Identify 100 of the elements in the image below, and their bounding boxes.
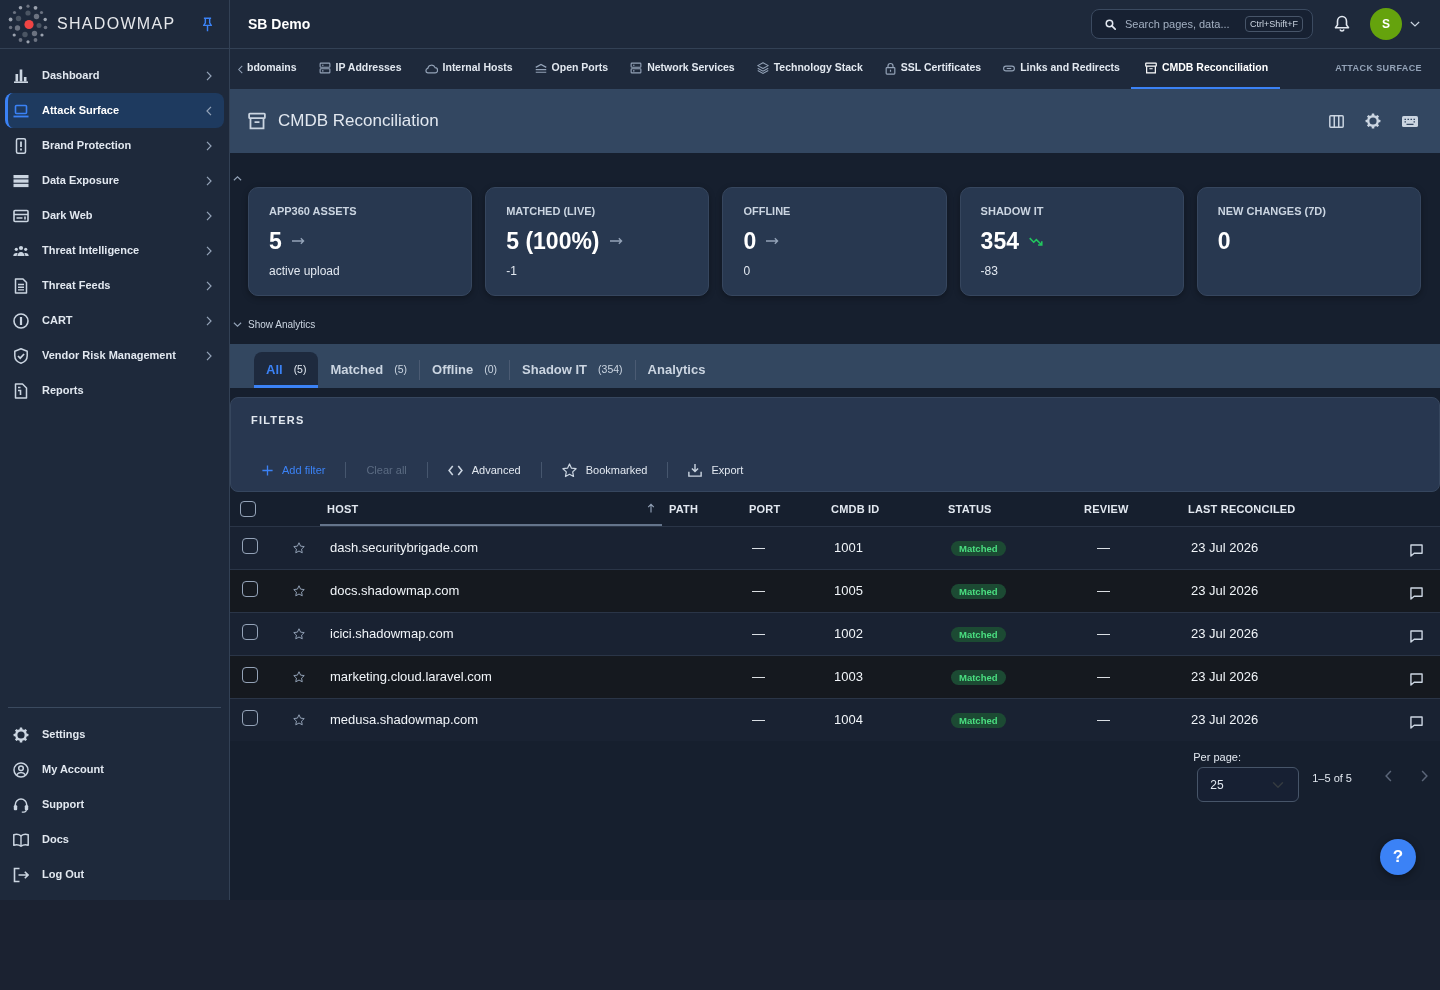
chevron-right-icon — [206, 210, 212, 221]
sidebar-item[interactable]: Reports — [5, 373, 224, 408]
archive-icon — [248, 112, 266, 130]
tab[interactable]: Analytics — [635, 352, 718, 388]
sidebar-item[interactable]: Brand Protection — [5, 128, 224, 163]
star-icon[interactable] — [293, 584, 305, 597]
status-badge: Matched — [951, 626, 1006, 642]
sidebar-item[interactable]: CART — [5, 303, 224, 338]
filter-action[interactable]: Export — [688, 461, 744, 479]
sidebar-item[interactable]: Threat Feeds — [5, 268, 224, 303]
column-header[interactable]: HOST — [320, 492, 662, 526]
pin-icon[interactable] — [203, 16, 212, 32]
table-cell: 23 Jul 2026 — [1181, 698, 1398, 741]
tab[interactable]: All (5) — [254, 352, 319, 388]
stacked-lines-icon — [534, 62, 547, 74]
star-icon[interactable] — [293, 627, 305, 640]
table-cell: medusa.shadowmap.com — [320, 698, 662, 741]
row-checkbox[interactable] — [242, 709, 258, 726]
table-cell: — — [1077, 569, 1181, 612]
row-checkbox[interactable] — [242, 537, 258, 554]
lock-icon — [884, 61, 896, 75]
sidebar-item[interactable]: Dark Web — [5, 198, 224, 233]
user-circle-icon — [13, 761, 29, 778]
column-header[interactable]: LAST RECONCILED — [1181, 492, 1398, 526]
comment-icon[interactable] — [1410, 673, 1423, 686]
code-icon — [447, 464, 463, 476]
tab[interactable]: Matched (5) — [318, 352, 420, 388]
notification-bell-icon[interactable] — [1334, 15, 1350, 33]
keyboard-shortcut: Ctrl+Shift+F — [1245, 16, 1303, 32]
collapse-chevron-icon[interactable] — [233, 176, 242, 181]
laptop-icon — [13, 102, 29, 119]
bar-chart-icon — [13, 67, 29, 84]
comment-icon[interactable] — [1410, 716, 1423, 730]
sidebar-item[interactable]: Settings — [5, 717, 224, 752]
nav-tab[interactable]: Open Ports — [523, 49, 620, 89]
sidebar-item[interactable]: Vendor Risk Management — [5, 338, 224, 373]
filter-action[interactable]: Bookmarked — [561, 461, 648, 479]
column-header[interactable]: CMDB ID — [824, 492, 941, 526]
table-cell: 1005 — [824, 569, 941, 612]
sidebar-item[interactable]: Attack Surface — [5, 93, 224, 128]
nav-tab[interactable]: Network Services — [619, 49, 746, 89]
sidebar-item[interactable]: Docs — [5, 822, 224, 857]
table-cell: — — [742, 569, 824, 612]
stat-note: active upload — [269, 263, 341, 279]
stat-value: 354 — [980, 227, 1019, 255]
comment-icon[interactable] — [1410, 630, 1423, 643]
help-button[interactable]: ? — [1380, 839, 1416, 875]
star-icon — [561, 462, 577, 478]
nav-tab[interactable]: IP Addresses — [307, 49, 413, 89]
star-icon[interactable] — [293, 541, 305, 554]
table-cell: marketing.cloud.laravel.com — [320, 655, 662, 698]
brand-name: SHADOWMAP — [57, 14, 176, 34]
stat-label: NEW CHANGES (7D) — [1217, 204, 1327, 218]
stat-label: SHADOW IT — [980, 204, 1045, 218]
row-checkbox[interactable] — [242, 623, 258, 640]
filters-heading: FILTERS — [251, 414, 305, 426]
column-header[interactable]: PATH — [662, 492, 742, 526]
column-header[interactable]: PORT — [742, 492, 824, 526]
filter-action[interactable]: Advanced — [447, 461, 521, 479]
star-icon[interactable] — [293, 670, 305, 683]
row-checkbox[interactable] — [242, 666, 258, 683]
sidebar-item[interactable]: Support — [5, 787, 224, 822]
scroll-left-icon[interactable] — [238, 64, 243, 74]
sidebar-item[interactable]: Dashboard — [5, 58, 224, 93]
row-checkbox[interactable] — [242, 580, 258, 597]
id-card-icon — [13, 207, 29, 224]
per-page-select[interactable]: 25 — [1197, 767, 1300, 802]
nav-tab[interactable]: Technology Stack — [745, 49, 874, 89]
chevron-down-icon — [233, 321, 242, 327]
chevron-right-icon — [206, 350, 212, 361]
tab[interactable]: Shadow IT (354) — [510, 352, 635, 388]
nav-tab[interactable]: Links and Redirects — [992, 49, 1131, 89]
table-cell: — — [742, 655, 824, 698]
sidebar-item[interactable]: Log Out — [5, 857, 224, 892]
comment-icon[interactable] — [1410, 544, 1423, 557]
column-header[interactable]: REVIEW — [1077, 492, 1181, 526]
chevron-right-icon — [206, 245, 212, 256]
star-icon[interactable] — [293, 713, 305, 726]
tab[interactable]: Offline (0) — [420, 352, 510, 388]
table-cell: dash.securitybrigade.com — [320, 526, 662, 569]
show-analytics-toggle[interactable]: Show Analytics — [230, 316, 316, 332]
sidebar-item[interactable]: My Account — [5, 752, 224, 787]
stat-label: OFFLINE — [743, 204, 792, 218]
phone-alert-icon — [13, 137, 29, 154]
select-all-checkbox[interactable] — [240, 500, 256, 517]
book-icon — [13, 831, 29, 848]
nav-tab[interactable]: Internal Hosts — [412, 49, 524, 89]
table-cell: 23 Jul 2026 — [1181, 526, 1398, 569]
caret-icon[interactable] — [1410, 21, 1420, 27]
stat-value: 0 — [1217, 227, 1231, 255]
plus-icon — [262, 464, 273, 476]
table-cell: — — [1077, 612, 1181, 655]
sidebar-item[interactable]: Data Exposure — [5, 163, 224, 198]
stat-note: -83 — [980, 263, 999, 279]
nav-tab[interactable]: SSL Certificates — [873, 49, 993, 89]
shield-check-icon — [13, 347, 29, 364]
nav-tab[interactable]: bdomains — [236, 49, 308, 89]
sidebar-item[interactable]: Threat Intelligence — [5, 233, 224, 268]
comment-icon[interactable] — [1410, 587, 1423, 600]
column-header[interactable]: STATUS — [941, 492, 1077, 526]
